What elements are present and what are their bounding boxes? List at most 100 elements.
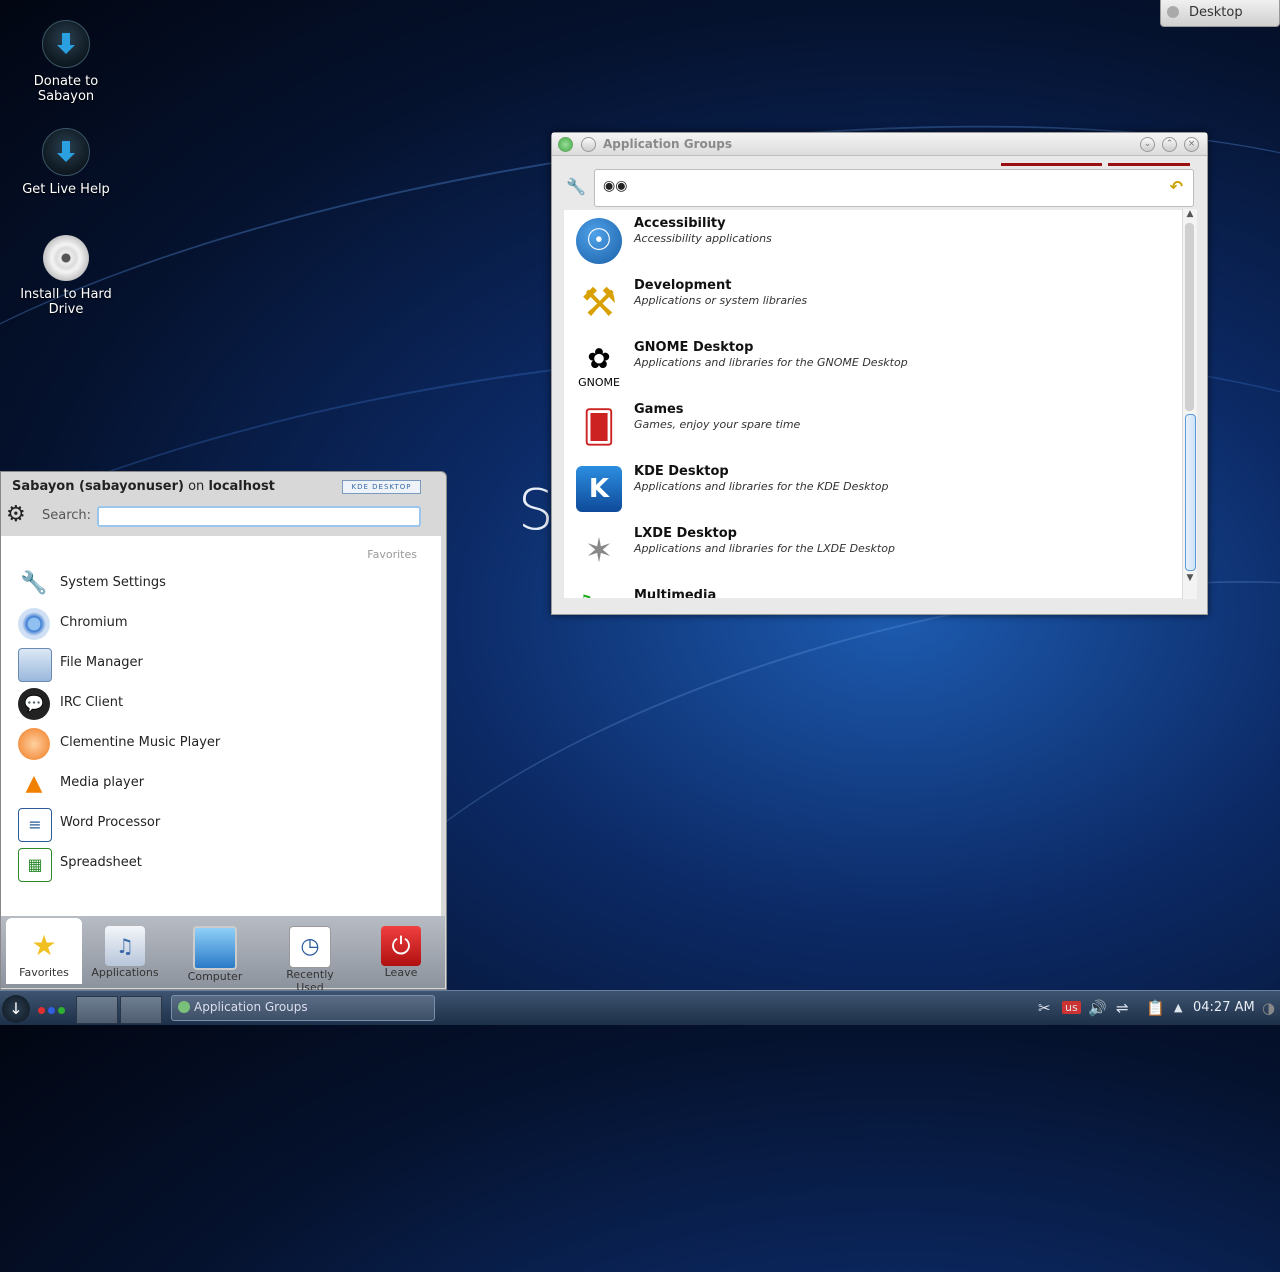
launcher-user: Sabayon (sabayonuser) bbox=[12, 479, 184, 494]
tray-expand-arrow-icon[interactable]: ▲ bbox=[1174, 1001, 1182, 1014]
group-list: ☉ Accessibility Accessibility applicatio… bbox=[564, 210, 1184, 598]
tab-recently-used[interactable]: ◷ Recently Used bbox=[272, 918, 348, 994]
favorite-label: Word Processor bbox=[60, 815, 161, 830]
power-icon: ⏻ bbox=[381, 926, 421, 966]
launcher-header: Sabayon (sabayonuser) on localhost bbox=[12, 479, 275, 494]
list-item[interactable]: 🂠 Games Games, enjoy your spare time bbox=[564, 396, 1164, 458]
star-icon: ★ bbox=[31, 929, 57, 962]
cd-disc-icon bbox=[43, 235, 89, 281]
undo-arrow-icon[interactable]: ↶ bbox=[1170, 177, 1183, 196]
keyboard-layout-indicator[interactable]: us bbox=[1062, 1001, 1081, 1014]
desktop-icon-donate[interactable]: Donate to Sabayon bbox=[11, 20, 121, 104]
app-menu-icon[interactable] bbox=[558, 137, 573, 152]
search-label: Search: bbox=[42, 508, 92, 523]
kde-application-launcher: Sabayon (sabayonuser) on localhost KDE D… bbox=[0, 471, 447, 994]
group-name: Games bbox=[634, 402, 684, 417]
favorite-item[interactable]: Chromium bbox=[18, 608, 418, 642]
scroll-down-arrow-icon[interactable]: ▼ bbox=[1183, 573, 1197, 585]
favorite-item[interactable]: File Manager bbox=[18, 648, 418, 682]
application-groups-window: Application Groups ⌄ ⌃ × 🔧 ◉◉ ↶ ☉ Access… bbox=[551, 132, 1208, 615]
multimedia-icon: ♫ bbox=[576, 590, 622, 598]
binoculars-icon: ⚙ bbox=[6, 502, 26, 527]
group-search-input[interactable]: ◉◉ ↶ bbox=[594, 169, 1194, 207]
spreadsheet-icon: ▦ bbox=[18, 848, 52, 882]
tab-applications[interactable]: ♫ Applications bbox=[87, 918, 163, 984]
favorite-label: Media player bbox=[60, 775, 145, 790]
network-icon[interactable]: ⇌ bbox=[1116, 999, 1129, 1017]
vertical-scrollbar[interactable]: ▲ ▼ bbox=[1182, 209, 1197, 599]
settings-tools-icon: 🔧 bbox=[20, 571, 48, 596]
minimize-button[interactable]: ⌄ bbox=[1140, 137, 1155, 152]
preferences-wrench-icon[interactable]: 🔧 bbox=[564, 175, 588, 199]
scroll-thumb[interactable] bbox=[1185, 414, 1196, 571]
desktop-icon-label: Get Live Help bbox=[22, 182, 110, 197]
list-item[interactable]: ✿ GNOME GNOME Desktop Applications and li… bbox=[564, 334, 1164, 396]
taskbar: ↓ Application Groups ✂ us 🔊 ⇌ 📋 ▲ 04:27 … bbox=[0, 990, 1280, 1025]
group-description: Applications and libraries for the KDE D… bbox=[634, 480, 889, 493]
app-groups-icon bbox=[178, 1001, 190, 1013]
favorite-label: Chromium bbox=[60, 615, 128, 630]
favorite-item[interactable]: ≡ Word Processor bbox=[18, 808, 418, 842]
favorite-item[interactable]: Clementine Music Player bbox=[18, 728, 418, 762]
scroll-up-arrow-icon[interactable]: ▲ bbox=[1183, 209, 1197, 221]
desktop-icon-install[interactable]: Install to Hard Drive bbox=[11, 235, 121, 317]
kde-logo-icon: K bbox=[576, 466, 622, 512]
favorite-label: File Manager bbox=[60, 655, 143, 670]
tab-favorites[interactable]: ★ Favorites bbox=[6, 918, 82, 984]
application-launcher-button[interactable]: ↓ bbox=[2, 995, 30, 1023]
accessibility-icon: ☉ bbox=[576, 218, 622, 264]
list-item[interactable]: ✶ LXDE Desktop Applications and librarie… bbox=[564, 520, 1164, 582]
maximize-button[interactable]: ⌃ bbox=[1162, 137, 1177, 152]
group-description: Applications and libraries for the GNOME… bbox=[634, 356, 908, 369]
keep-above-button[interactable] bbox=[581, 137, 596, 152]
desktop-icon-label: Donate to Sabayon bbox=[33, 74, 99, 104]
vlc-cone-icon: ▲ bbox=[25, 771, 43, 796]
virtual-desktop-1[interactable] bbox=[76, 996, 118, 1024]
group-description: Applications and libraries for the LXDE … bbox=[634, 542, 895, 555]
file-manager-icon bbox=[18, 648, 52, 682]
close-button[interactable]: × bbox=[1184, 137, 1199, 152]
desktop-icon-live-help[interactable]: Get Live Help bbox=[11, 128, 121, 197]
group-name: Multimedia bbox=[634, 588, 717, 598]
virtual-desktop-2[interactable] bbox=[120, 996, 162, 1024]
favorite-label: Clementine Music Player bbox=[60, 735, 221, 750]
scissors-icon[interactable]: ✂ bbox=[1038, 999, 1051, 1017]
clock[interactable]: 04:27 AM bbox=[1193, 1000, 1255, 1015]
desktop-button-label: Desktop bbox=[1189, 5, 1243, 20]
favorite-item[interactable]: ▲ Media player bbox=[18, 768, 418, 802]
panel-toolbox-icon[interactable]: ◑ bbox=[1262, 999, 1275, 1017]
favorite-label: IRC Client bbox=[60, 695, 124, 710]
list-item[interactable]: ☉ Accessibility Accessibility applicatio… bbox=[564, 210, 1164, 272]
word-processor-icon: ≡ bbox=[18, 808, 52, 842]
activity-dots[interactable] bbox=[38, 1003, 68, 1018]
gnome-foot-icon: ✿ GNOME bbox=[578, 342, 620, 389]
hammer-icon: ⚒ bbox=[581, 280, 617, 326]
tab-label: Applications bbox=[91, 966, 159, 979]
computer-icon bbox=[193, 926, 237, 970]
window-titlebar[interactable]: Application Groups ⌄ ⌃ × bbox=[552, 133, 1207, 156]
tab-label: Computer bbox=[187, 970, 243, 983]
window-title: Application Groups bbox=[603, 137, 733, 151]
favorite-item[interactable]: 💬 IRC Client bbox=[18, 688, 418, 722]
favorite-item[interactable]: ▦ Spreadsheet bbox=[18, 848, 418, 882]
launcher-search-input[interactable] bbox=[97, 506, 421, 527]
applications-icon: ♫ bbox=[105, 926, 145, 966]
progress-bar bbox=[1001, 163, 1102, 166]
scroll-track[interactable] bbox=[1185, 223, 1194, 411]
favorites-panel: Favorites 🔧 System Settings Chromium Fil… bbox=[1, 536, 441, 916]
taskbar-task-application-groups[interactable]: Application Groups bbox=[171, 995, 435, 1021]
clipboard-icon[interactable]: 📋 bbox=[1146, 999, 1165, 1017]
group-name: GNOME Desktop bbox=[634, 340, 754, 355]
progress-bar bbox=[1108, 163, 1190, 166]
show-desktop-button[interactable]: Desktop bbox=[1160, 0, 1280, 27]
chromium-icon bbox=[18, 608, 50, 640]
tab-leave[interactable]: ⏻ Leave bbox=[363, 918, 439, 984]
tab-computer[interactable]: Computer bbox=[177, 918, 253, 984]
group-name: Development bbox=[634, 278, 732, 293]
binoculars-icon: ◉◉ bbox=[603, 178, 628, 194]
volume-icon[interactable]: 🔊 bbox=[1088, 999, 1107, 1017]
list-item[interactable]: ⚒ Development Applications or system lib… bbox=[564, 272, 1164, 334]
favorite-item[interactable]: 🔧 System Settings bbox=[18, 568, 418, 602]
list-item[interactable]: ♫ Multimedia bbox=[564, 582, 1164, 598]
list-item[interactable]: K KDE Desktop Applications and libraries… bbox=[564, 458, 1164, 520]
